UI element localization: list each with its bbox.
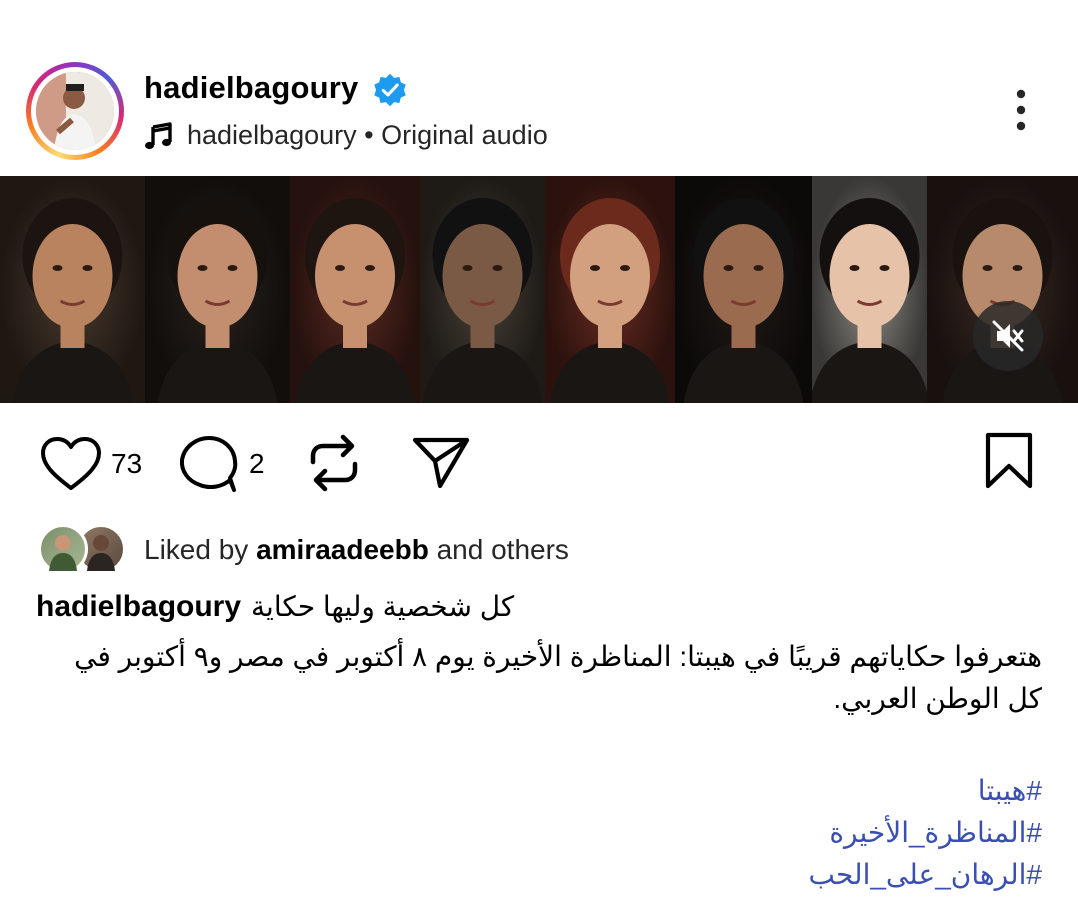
liked-by-prefix: Liked by (144, 534, 257, 565)
avatar-image (36, 72, 114, 150)
comment-count[interactable]: 2 (249, 448, 265, 480)
audio-artist[interactable]: hadielbagoury (187, 120, 357, 150)
speaker-muted-icon (992, 320, 1024, 352)
like-heart-icon[interactable] (40, 436, 102, 492)
audio-track[interactable]: Original audio (381, 120, 548, 150)
audio-separator: • (356, 120, 382, 150)
liked-by-text[interactable]: Liked by amiraadeebb and others (144, 534, 569, 566)
more-options-icon[interactable] (1006, 88, 1036, 132)
media-frame-1 (0, 176, 145, 403)
caption-username[interactable]: hadielbagoury (36, 590, 241, 623)
portrait-image (0, 176, 145, 403)
liked-by-user[interactable]: amiraadeebb (256, 534, 429, 565)
media-frame-2 (145, 176, 290, 403)
share-send-icon[interactable] (412, 434, 470, 492)
liked-by-suffix: and others (428, 534, 569, 565)
bookmark-icon[interactable] (984, 432, 1034, 490)
portrait-image (145, 176, 290, 403)
music-note-icon (145, 122, 172, 150)
post-media[interactable] (0, 176, 1078, 403)
verified-badge-icon (374, 73, 406, 107)
post-username[interactable]: hadielbagoury (144, 70, 358, 106)
profile-avatar[interactable] (26, 62, 124, 160)
post-actions: 73 2 (0, 426, 1078, 501)
caption-body: هتعرفوا حكاياتهم قريبًا في هيبتا: المناظ… (74, 641, 1042, 714)
media-frame-3 (290, 176, 420, 403)
liker-avatar-image (49, 535, 77, 571)
media-frame-7 (812, 176, 927, 403)
media-frame-6 (675, 176, 812, 403)
mute-toggle-button[interactable] (973, 301, 1043, 371)
liked-by-row[interactable]: Liked by amiraadeebb and others (38, 522, 1038, 578)
portrait-image (812, 176, 927, 403)
liker-avatar (38, 524, 88, 574)
hashtag-link[interactable]: #الرهان_على_الحب (36, 854, 1042, 896)
portrait-image (675, 176, 812, 403)
repost-icon[interactable] (305, 432, 363, 494)
portrait-image (420, 176, 545, 403)
portrait-image (545, 176, 675, 403)
hashtag-link[interactable]: #هيبتا (36, 770, 1042, 812)
media-frame-4 (420, 176, 545, 403)
like-count[interactable]: 73 (111, 448, 142, 480)
portrait-image (290, 176, 420, 403)
hashtag-link[interactable]: #المناظرة_الأخيرة (36, 812, 1042, 854)
comment-bubble-icon[interactable] (178, 434, 240, 494)
audio-label[interactable]: hadielbagoury • Original audio (187, 120, 548, 151)
post-caption: hadielbagoury كل شخصية وليها حكاية هتعرفو… (36, 590, 1042, 720)
media-frame-5 (545, 176, 675, 403)
post-header: hadielbagoury hadielbagoury • Original a… (0, 58, 1078, 168)
caption-first-line: hadielbagoury كل شخصية وليها حكاية (36, 590, 1042, 636)
caption-first-text: كل شخصية وليها حكاية (251, 591, 515, 622)
hashtag-list: #هيبتا #المناظرة_الأخيرة #الرهان_على_الح… (36, 770, 1042, 896)
